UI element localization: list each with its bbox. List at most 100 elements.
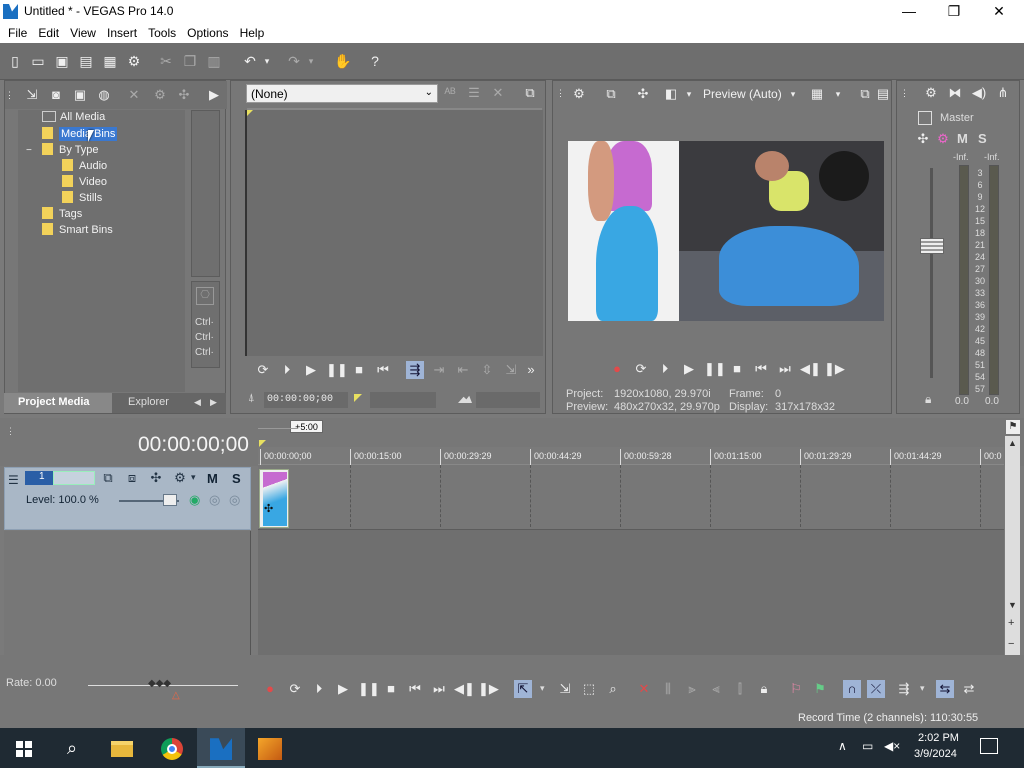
pause-icon[interactable]: ❚❚ [326, 361, 348, 379]
parent-mode-icon[interactable]: ◎ [209, 492, 220, 508]
track-header[interactable]: ☰ 1 ⧉ ⧈ ✣ ⚙ ▾ M S Level: 100.0 % ◉ ◎ ◎ [4, 467, 251, 530]
delete-icon[interactable]: ✕ [635, 680, 653, 698]
undo-dropdown-icon[interactable]: ▾ [262, 52, 272, 70]
ignore-grouping-icon[interactable]: ⇄ [960, 680, 978, 698]
auto-ripple-icon[interactable]: ⇶ [895, 680, 913, 698]
trim-start-icon[interactable]: ⫸ [683, 680, 701, 698]
insert-marker-icon[interactable]: ⚐ [787, 680, 805, 698]
trimmer-options-icon[interactable]: ⧉ [521, 84, 539, 102]
minimize-button[interactable]: — [886, 0, 932, 23]
overlays-dropdown-icon[interactable]: ▾ [829, 85, 847, 103]
import-media-icon[interactable]: ⇲ [23, 86, 41, 104]
media-properties-icon[interactable]: ⚙ [151, 86, 169, 104]
split-screen-icon[interactable]: ✣ [634, 85, 652, 103]
normal-edit-tool-icon[interactable]: ⇱ [514, 680, 532, 698]
go-to-start-icon[interactable]: ⏮ [752, 360, 770, 378]
child-mode-icon[interactable]: ◎ [229, 492, 240, 508]
stop-icon[interactable]: ■ [728, 360, 746, 378]
track-collapse-icon[interactable]: ☰ [8, 473, 19, 487]
tree-item-audio[interactable]: Audio [62, 159, 107, 174]
track-solo-button[interactable]: S [232, 471, 241, 486]
preview-mode[interactable]: Preview (Auto) [703, 87, 782, 101]
tree-item-stills[interactable]: Stills [62, 191, 102, 206]
pause-icon[interactable]: ❚❚ [704, 360, 726, 378]
overwrite-icon[interactable]: ⇤ [454, 361, 472, 379]
track-mute-button[interactable]: M [207, 471, 218, 486]
overlays-grid-icon[interactable]: ▦ [808, 85, 826, 103]
open-folder-icon[interactable]: ▭ [29, 52, 47, 70]
auto-crossfade-icon[interactable]: ⤫ [867, 680, 885, 698]
go-to-start-icon[interactable]: ⏮ [374, 361, 392, 379]
external-monitor-icon[interactable]: ⧉ [602, 85, 620, 103]
master-mute-button[interactable]: M [957, 131, 968, 146]
go-to-end-icon[interactable]: ⏭ [776, 360, 794, 378]
lock-icon[interactable]: 🔒︎ [925, 392, 931, 407]
preview-mode-dropdown-icon[interactable]: ▾ [784, 85, 802, 103]
tree-item-all-media[interactable]: All Media [42, 111, 105, 126]
record-icon[interactable]: ● [261, 680, 279, 698]
track-settings-gear-icon[interactable]: ⚙ [171, 469, 189, 487]
play-icon[interactable]: ▶ [680, 360, 698, 378]
play-from-start-icon[interactable]: ⏵ [656, 360, 674, 378]
windows-start-icon[interactable] [0, 728, 48, 768]
tab-scroll-left-icon[interactable]: ◀ [194, 397, 201, 408]
stop-icon[interactable]: ■ [350, 361, 368, 379]
insert-region-icon[interactable]: ⚑ [811, 680, 829, 698]
vegas-alt-taskbar-icon[interactable] [246, 728, 294, 768]
bus-fx-icon[interactable]: ✣ [914, 130, 932, 148]
copy-icon[interactable]: ❐ [181, 52, 199, 70]
track-level-handle[interactable] [163, 494, 177, 506]
master-properties-gear-icon[interactable]: ⚙ [922, 84, 940, 102]
clear-trimmer-icon[interactable]: ✕ [489, 84, 507, 102]
whats-this-hand-icon[interactable]: ✋ [334, 52, 352, 70]
track-fx-icon[interactable]: ✣ [147, 469, 165, 487]
lock-envelopes-icon[interactable]: ⇆ [936, 680, 954, 698]
copy-snapshot-icon[interactable]: ⧉ [856, 85, 874, 103]
menu-file[interactable]: File [4, 24, 31, 40]
insert-icon[interactable]: ⇥ [430, 361, 448, 379]
zoom-in-vertical-icon[interactable]: + [1008, 617, 1014, 629]
preview-quality-dropdown-icon[interactable]: ▾ [680, 85, 698, 103]
get-media-icon[interactable]: ▣ [71, 86, 89, 104]
render-icon[interactable]: ▦ [101, 52, 119, 70]
cut-icon[interactable]: ✂ [157, 52, 175, 70]
clock-time[interactable]: 2:02 PM [918, 732, 959, 744]
menu-insert[interactable]: Insert [103, 24, 141, 40]
properties-gear-icon[interactable]: ⚙ [125, 52, 143, 70]
envelope-tool-icon[interactable]: ⇲ [556, 680, 574, 698]
loop-playback-icon[interactable]: ⟳ [254, 361, 272, 379]
add-to-timeline-icon[interactable]: ⇶ [406, 361, 424, 379]
file-explorer-icon[interactable] [98, 728, 146, 768]
loop-playback-icon[interactable]: ⟳ [632, 360, 650, 378]
tree-item-tags[interactable]: Tags [42, 207, 82, 222]
menu-edit[interactable]: Edit [34, 24, 63, 40]
selection-tool-icon[interactable]: ⬚ [580, 680, 598, 698]
timeline-vscroll[interactable]: ▲ ▼ + − [1005, 436, 1020, 658]
record-icon[interactable]: ● [608, 360, 626, 378]
auto-ripple-dropdown-icon[interactable]: ▾ [920, 683, 925, 694]
play-icon[interactable]: ▶ [334, 680, 352, 698]
timeline-area[interactable]: ✣ [258, 465, 1004, 655]
stop-icon[interactable]: ■ [382, 680, 400, 698]
scroll-down-icon[interactable]: ▼ [1008, 600, 1017, 610]
split-icon[interactable]: ⫿ [731, 680, 749, 698]
play-media-icon[interactable]: ▶ [205, 86, 223, 104]
master-fx-gear-icon[interactable]: ⚙ [934, 130, 952, 148]
close-button[interactable]: ✕ [976, 0, 1022, 23]
redo-icon[interactable]: ↷ [285, 52, 303, 70]
previous-frame-icon[interactable]: ◀❚ [454, 680, 475, 698]
scroll-up-icon[interactable]: ▲ [1008, 438, 1017, 448]
track-lane[interactable] [258, 465, 1004, 530]
track-settings-dropdown-icon[interactable]: ▾ [191, 472, 196, 483]
zoom-out-vertical-icon[interactable]: − [1008, 638, 1014, 650]
shortcut-icon[interactable]: ⎔ [196, 287, 214, 305]
rate-slider-handle[interactable]: ◆◆◆ [148, 678, 171, 689]
tree-collapse-icon[interactable]: − [26, 145, 36, 156]
paste-icon[interactable]: ▥ [205, 52, 223, 70]
tab-project-media[interactable]: Project Media [4, 393, 112, 413]
trimmer-media-dropdown[interactable]: (None) ⌄ [246, 84, 438, 103]
tree-item-by-type[interactable]: − By Type [26, 143, 99, 158]
maximize-button[interactable]: ❐ [931, 0, 977, 23]
capture-video-icon[interactable]: ◙ [47, 86, 65, 104]
preview-quality-icon[interactable]: ◧ [662, 85, 680, 103]
